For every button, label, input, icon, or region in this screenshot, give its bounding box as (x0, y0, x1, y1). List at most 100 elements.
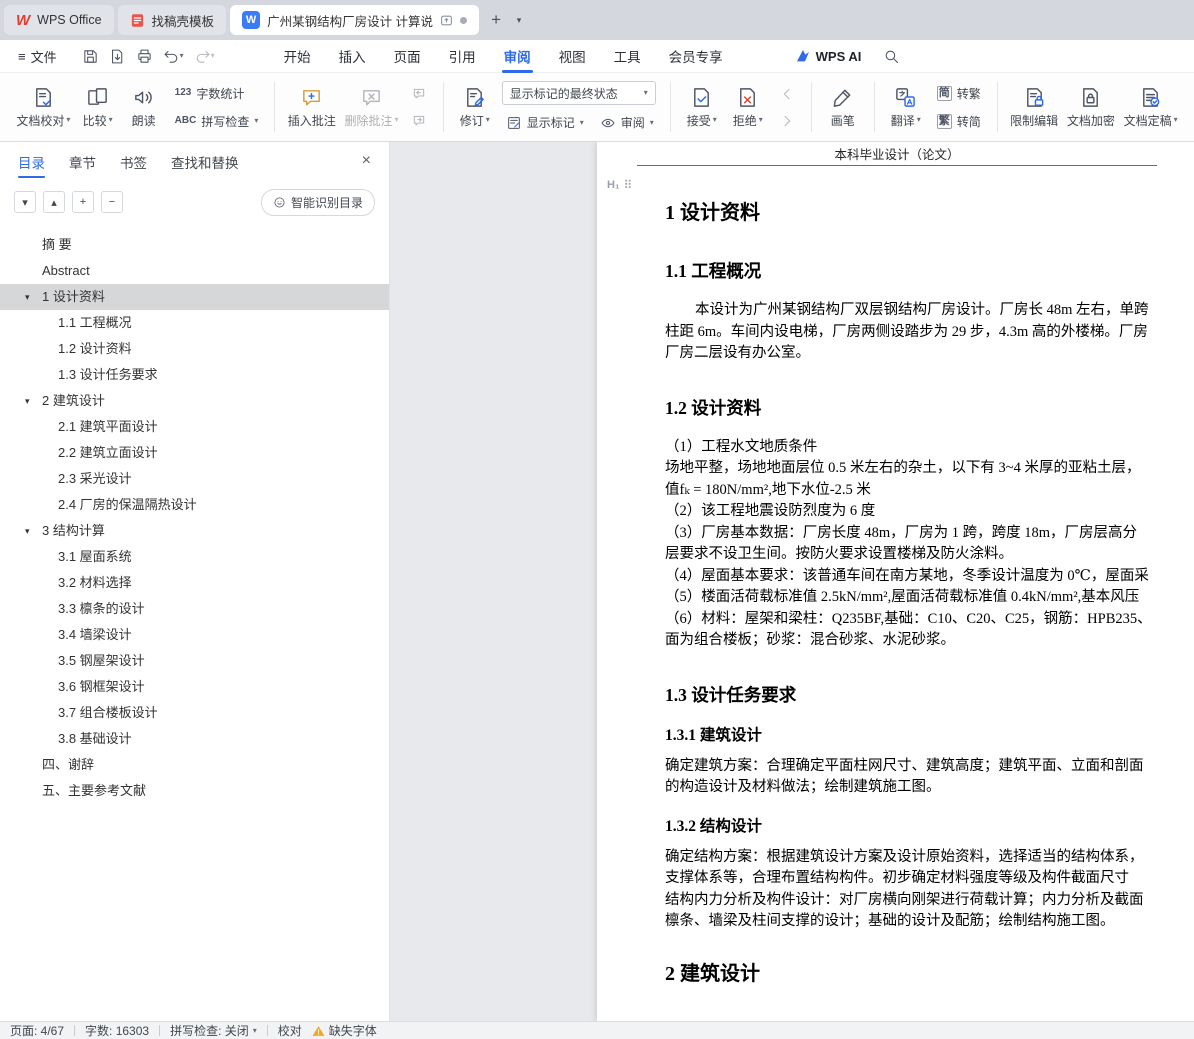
toc-item[interactable]: ▾ 3.8 基础设计 (0, 726, 389, 752)
toc-item[interactable]: ▾ 2 建筑设计 (0, 388, 389, 414)
toc-item[interactable]: ▾ 3.6 钢框架设计 (0, 674, 389, 700)
toc-expand-icon[interactable]: ▾ (25, 284, 30, 310)
combo-caret-icon: ▾ (643, 88, 648, 97)
print-button[interactable] (133, 45, 156, 68)
toc-item[interactable]: ▾ 1.1 工程概况 (0, 310, 389, 336)
caret-icon: ▾ (916, 115, 921, 124)
toc-item[interactable]: ▾ 3.2 材料选择 (0, 570, 389, 596)
toc-item[interactable]: ▾ 2.4 厂房的保温隔热设计 (0, 492, 389, 518)
file-menu-button[interactable]: ≡ 文件 (10, 47, 65, 66)
toc-item[interactable]: ▾ 3.4 墙梁设计 (0, 622, 389, 648)
spell-check-button[interactable]: ABC 拼写检查 ▾ (171, 111, 263, 132)
smart-toc-button[interactable]: 智能识别目录 (260, 188, 375, 216)
close-panel-icon[interactable]: × (358, 150, 375, 172)
search-button[interactable] (883, 48, 900, 65)
spellcheck-status-button[interactable]: 拼写检查: 关闭 ▾ (170, 1022, 257, 1039)
proofread-status-button[interactable]: 校对 (278, 1022, 302, 1039)
toc-expand-icon[interactable]: ▾ (25, 518, 30, 544)
panel-tab-chapter[interactable]: 章节 (69, 142, 96, 182)
toc-item[interactable]: ▾ 3.3 檩条的设计 (0, 596, 389, 622)
panel-tab-bookmark[interactable]: 书签 (120, 142, 147, 182)
markup-state-select[interactable]: 显示标记的最终状态 ▾ (501, 81, 656, 105)
missing-font-warning[interactable]: 缺失字体 (312, 1022, 377, 1039)
document-canvas[interactable]: 本科毕业设计（论文） H₁ ⠿ 1 设计资料 1.1 工程概况 本设计为广州某钢结构… (390, 142, 1194, 1021)
reject-change-button[interactable]: 拒绝 ▾ (725, 81, 771, 134)
export-button[interactable] (106, 45, 129, 68)
save-icon (83, 49, 97, 63)
document-line: 2.1 建筑平面设计 (665, 1019, 1194, 1022)
finalize-document-button[interactable]: 文档定稿 ▾ (1119, 81, 1182, 134)
toc-item[interactable]: ▾ 2.1 建筑平面设计 (0, 414, 389, 440)
menu-tab[interactable]: 视图 (545, 40, 600, 73)
doc-sync-icon (441, 15, 452, 25)
toc-item[interactable]: ▾ 五、主要参考文献 (0, 778, 389, 804)
proofread-button[interactable]: 文档校对 ▾ (12, 81, 75, 134)
track-changes-button[interactable]: 修订 ▾ (452, 81, 498, 134)
menu-tab[interactable]: 开始 (270, 40, 325, 73)
toc-item[interactable]: ▾ 3.1 屋面系统 (0, 544, 389, 570)
collapse-all-button[interactable]: ▴ (43, 191, 65, 213)
toc-item[interactable]: ▾ 1 设计资料 (0, 284, 389, 310)
page-indicator[interactable]: 页面: 4/67 (10, 1022, 64, 1039)
panel-tab-toc[interactable]: 目录 (18, 142, 45, 182)
menu-tab[interactable]: 会员专享 (655, 40, 737, 73)
tab-wps-office[interactable]: W WPS Office (4, 5, 114, 35)
toc-item[interactable]: ▾ 2.2 建筑立面设计 (0, 440, 389, 466)
panel-tab-find-replace[interactable]: 查找和替换 (171, 142, 239, 182)
zoom-out-toc-button[interactable]: − (101, 191, 123, 213)
new-tab-button[interactable]: + (483, 7, 509, 33)
menu-tab[interactable]: 插入 (325, 40, 380, 73)
menu-tab[interactable]: 页面 (380, 40, 435, 73)
review-mode-button[interactable]: 审阅 ▾ (596, 112, 658, 133)
document-line: （5）楼面活荷载标准值 2.5kN/mm²,屋面活荷载标准值 0.4kN/mm²… (665, 589, 1140, 605)
toc-item[interactable]: ▾ 1.3 设计任务要求 (0, 362, 389, 388)
delete-comment-button: 删除批注 ▾ (340, 81, 403, 134)
document-page[interactable]: 本科毕业设计（论文） H₁ ⠿ 1 设计资料 1.1 工程概况 本设计为广州某钢结构… (597, 142, 1194, 1021)
ribbon-separator (442, 82, 444, 132)
toc-item[interactable]: ▾ Abstract (0, 258, 389, 284)
undo-button[interactable]: ▾ (160, 45, 187, 68)
redo-caret-icon: ▾ (210, 51, 215, 60)
tab-label: WPS Office (37, 13, 102, 27)
drag-handle-icon[interactable]: ⠿ (624, 178, 633, 192)
insert-comment-button[interactable]: 插入批注 (283, 81, 340, 134)
document-line: 场地平整，场地地面层位 0.5 米左右的杂土，以下有 3~4 米厚的亚粘土层， (665, 460, 1141, 476)
tab-list-chevron-icon[interactable]: ▾ (509, 7, 529, 33)
menu-tab[interactable]: 审阅 (490, 40, 545, 73)
menu-tab[interactable]: 引用 (435, 40, 490, 73)
restrict-editing-button[interactable]: 限制编辑 (1006, 81, 1063, 134)
read-aloud-button[interactable]: 朗读 (121, 81, 167, 134)
heading-level-icon[interactable]: H₁ (607, 179, 620, 191)
toc-item[interactable]: ▾ 2.3 采光设计 (0, 466, 389, 492)
encrypt-document-button[interactable]: 文档加密 (1063, 81, 1120, 134)
toc-item[interactable]: ▾ 3 结构计算 (0, 518, 389, 544)
word-count-indicator[interactable]: 字数: 16303 (85, 1022, 149, 1039)
toc-expand-icon[interactable]: ▾ (25, 388, 30, 414)
show-markup-button[interactable]: 显示标记 ▾ (502, 112, 588, 133)
chevron-down-icon: ▾ (22, 196, 28, 209)
expand-all-button[interactable]: ▾ (14, 191, 36, 213)
tab-current-document[interactable]: W 广州某钢结构厂房设计 计算说 (230, 5, 480, 35)
to-traditional-button[interactable]: 简 转繁 (933, 83, 985, 104)
toc-item[interactable]: ▾ 四、谢辞 (0, 752, 389, 778)
pen-button[interactable]: 画笔 (820, 81, 866, 134)
statusbar-separator (74, 1025, 76, 1036)
toc-item[interactable]: ▾ 摘 要 (0, 232, 389, 258)
document-line: 层要求不设卫生间。按防火要求设置楼梯及防火涂料。 (665, 546, 1013, 562)
export-icon (111, 49, 122, 63)
to-simplified-button[interactable]: 繁 转简 (933, 111, 985, 132)
toc-item[interactable]: ▾ 1.2 设计资料 (0, 336, 389, 362)
menu-tab[interactable]: 工具 (600, 40, 655, 73)
zoom-in-toc-button[interactable]: + (72, 191, 94, 213)
toc-item[interactable]: ▾ 3.7 组合楼板设计 (0, 700, 389, 726)
tab-docer-template[interactable]: 找稿壳模板 (117, 5, 227, 35)
compare-button[interactable]: 比较 ▾ (75, 81, 121, 134)
wps-ai-button[interactable]: WPS AI (795, 48, 861, 64)
word-count-button[interactable]: 123 字数统计 (171, 83, 263, 104)
translate-button[interactable]: 翻译 ▾ (883, 81, 929, 134)
accept-change-button[interactable]: 接受 ▾ (679, 81, 725, 134)
save-button[interactable] (79, 45, 102, 68)
hamburger-icon: ≡ (18, 48, 26, 64)
toc-item[interactable]: ▾ 3.5 钢屋架设计 (0, 648, 389, 674)
paragraph-anchor-tools[interactable]: H₁ ⠿ (607, 178, 632, 192)
